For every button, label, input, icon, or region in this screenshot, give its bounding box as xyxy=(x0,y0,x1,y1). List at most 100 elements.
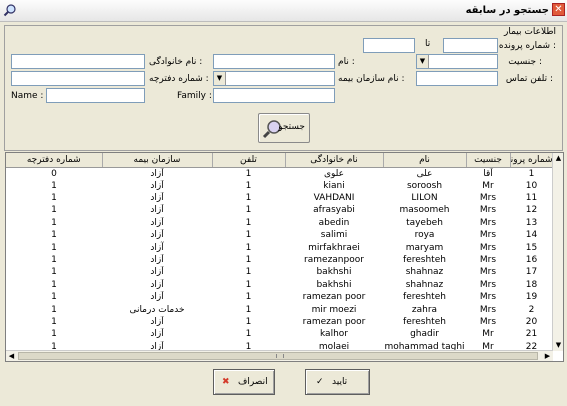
search-button-label: جستجو xyxy=(278,122,305,132)
table-row[interactable]: 16 Mrs fereshteh ramezanpoor 1 آزاد 1 xyxy=(6,254,553,266)
vertical-scrollbar[interactable]: ▲ ▼ xyxy=(552,153,563,351)
table-cell: آزاد xyxy=(150,193,164,204)
table-row[interactable]: 14 Mrs roya salimi 1 آزاد 1 xyxy=(6,229,553,241)
column-header[interactable]: جنسیت xyxy=(466,153,511,168)
scroll-left-icon[interactable]: ◀ xyxy=(6,351,17,361)
table-row[interactable]: 17 Mrs shahnaz bakhshi 1 آزاد 1 xyxy=(6,266,553,278)
table-cell: آزاد xyxy=(150,292,164,303)
table-row[interactable]: 10 Mr soroosh kiani 1 آزاد 1 xyxy=(6,180,553,192)
table-row[interactable]: 12 Mrs masoomeh afrasyabi 1 آزاد 1 xyxy=(6,204,553,216)
column-header[interactable]: نام xyxy=(383,153,467,168)
table-cell: fereshteh xyxy=(403,292,446,303)
table-row[interactable]: 1 آقا علی علوی 1 آزاد 0 xyxy=(6,167,553,180)
scroll-down-icon[interactable]: ▼ xyxy=(553,340,563,351)
name-label: Name : xyxy=(11,91,44,101)
table-cell: abedin xyxy=(318,217,350,228)
to-label: تا xyxy=(425,39,431,49)
table-cell: 1 xyxy=(245,255,252,266)
table-cell: Mrs xyxy=(479,193,497,204)
table-row[interactable]: 13 Mrs tayebeh abedin 1 آزاد 1 xyxy=(6,217,553,229)
scroll-up-icon[interactable]: ▲ xyxy=(553,153,563,164)
table-cell: shahnaz xyxy=(405,267,444,278)
booklet-no-label: شماره دفترچه : xyxy=(149,74,209,84)
table-cell: آزاد xyxy=(150,267,164,278)
table-cell: آزاد xyxy=(150,168,164,179)
horizontal-scrollbar[interactable]: ◀ ▶ xyxy=(6,350,553,361)
first-name-input[interactable] xyxy=(213,54,335,69)
table-cell: 1 xyxy=(51,316,57,327)
cross-icon: ✖ xyxy=(222,377,230,387)
table-row[interactable]: 18 Mrs shahnaz bakhshi 1 آزاد 1 xyxy=(6,279,553,291)
table-cell: 11 xyxy=(525,193,538,204)
family-input[interactable] xyxy=(213,88,335,103)
column-header[interactable]: شماره پرونده xyxy=(510,153,554,168)
magnifier-icon xyxy=(3,4,16,17)
table-cell: kalhor xyxy=(320,329,348,340)
table-cell: 0 xyxy=(51,168,57,179)
close-button[interactable]: ✕ xyxy=(552,3,565,16)
record-from-input[interactable] xyxy=(443,38,498,53)
table-cell: ghadir xyxy=(410,329,439,340)
column-header[interactable]: شماره دفترچه xyxy=(6,153,103,168)
insurance-select[interactable]: ▼ xyxy=(213,71,335,86)
table-cell: آزاد xyxy=(150,242,164,253)
table-cell: 1 xyxy=(51,230,57,241)
cancel-button-label: انصراف xyxy=(238,377,268,387)
table-row[interactable]: 20 Mrs fereshteh ramezan poor 1 آزاد 1 xyxy=(6,316,553,328)
gender-select[interactable]: ▼ xyxy=(416,54,498,69)
chevron-down-icon[interactable]: ▼ xyxy=(417,55,429,68)
table-row[interactable]: 2 Mrs zahra mir moezi 1 خدمات درمانی 1 xyxy=(6,303,553,315)
table-cell: 1 xyxy=(51,255,57,266)
table-cell: 1 xyxy=(245,292,252,303)
table-cell: 1 xyxy=(51,279,57,290)
table-cell: آقا xyxy=(483,168,493,179)
last-name-input[interactable] xyxy=(11,54,145,69)
table-cell: آزاد xyxy=(150,329,164,340)
table-row[interactable]: 21 Mr ghadir kalhor 1 آزاد 1 xyxy=(6,328,553,340)
table-cell: 1 xyxy=(528,168,535,179)
table-cell: خدمات درمانی xyxy=(129,304,185,315)
table-cell: 1 xyxy=(245,329,252,340)
table-cell: 1 xyxy=(51,292,57,303)
table-cell: 1 xyxy=(245,217,252,228)
table-row[interactable]: 19 Mrs fereshteh ramezan poor 1 آزاد 1 xyxy=(6,291,553,303)
table-cell: 1 xyxy=(245,180,252,191)
table-cell: 16 xyxy=(525,255,538,266)
column-header[interactable]: نام خانوادگی xyxy=(285,153,384,168)
chevron-down-icon[interactable]: ▼ xyxy=(214,72,226,85)
table-cell: آزاد xyxy=(150,180,164,191)
record-no-label: شماره پرونده : xyxy=(498,41,556,51)
table-row[interactable]: 15 Mrs maryam mirfakhraei 1 آزاد 1 xyxy=(6,241,553,253)
check-icon: ✓ xyxy=(316,377,324,387)
name-input[interactable] xyxy=(46,88,145,103)
column-header[interactable]: سازمان بیمه xyxy=(102,153,213,168)
table-cell: 1 xyxy=(51,267,57,278)
gender-label: جنسیت : xyxy=(508,57,542,67)
cancel-button[interactable]: ✖ انصراف xyxy=(213,369,275,395)
table-row[interactable]: 11 Mrs LILON VAHDANI 1 آزاد 1 xyxy=(6,192,553,204)
table-cell: maryam xyxy=(405,242,444,253)
table-cell: 1 xyxy=(245,316,252,327)
confirm-button[interactable]: ✓ تایید xyxy=(305,369,370,395)
search-history-window: جستجو در سابقه ✕ اطلاعات بیمار شماره پرو… xyxy=(0,0,567,406)
table-cell: 1 xyxy=(51,180,57,191)
table-cell: Mrs xyxy=(479,267,497,278)
search-button[interactable]: جستجو xyxy=(258,113,310,143)
table-cell: roya xyxy=(414,230,435,241)
table-cell: 1 xyxy=(51,304,57,315)
table-cell: zahra xyxy=(411,304,438,315)
phone-input[interactable] xyxy=(416,71,498,86)
table-cell: 1 xyxy=(245,230,252,241)
table-cell: fereshteh xyxy=(403,255,446,266)
table-cell: 17 xyxy=(525,267,538,278)
insurance-label: نام سازمان بیمه : xyxy=(338,74,405,84)
scroll-thumb[interactable] xyxy=(18,352,538,360)
scroll-right-icon[interactable]: ▶ xyxy=(542,351,553,361)
table-cell: آزاد xyxy=(150,316,164,327)
booklet-no-input[interactable] xyxy=(11,71,145,86)
record-to-input[interactable] xyxy=(363,38,415,53)
table-cell: 1 xyxy=(245,304,252,315)
table-cell: 20 xyxy=(525,316,538,327)
column-header[interactable]: تلفن xyxy=(212,153,286,168)
table-cell: 12 xyxy=(525,205,538,216)
